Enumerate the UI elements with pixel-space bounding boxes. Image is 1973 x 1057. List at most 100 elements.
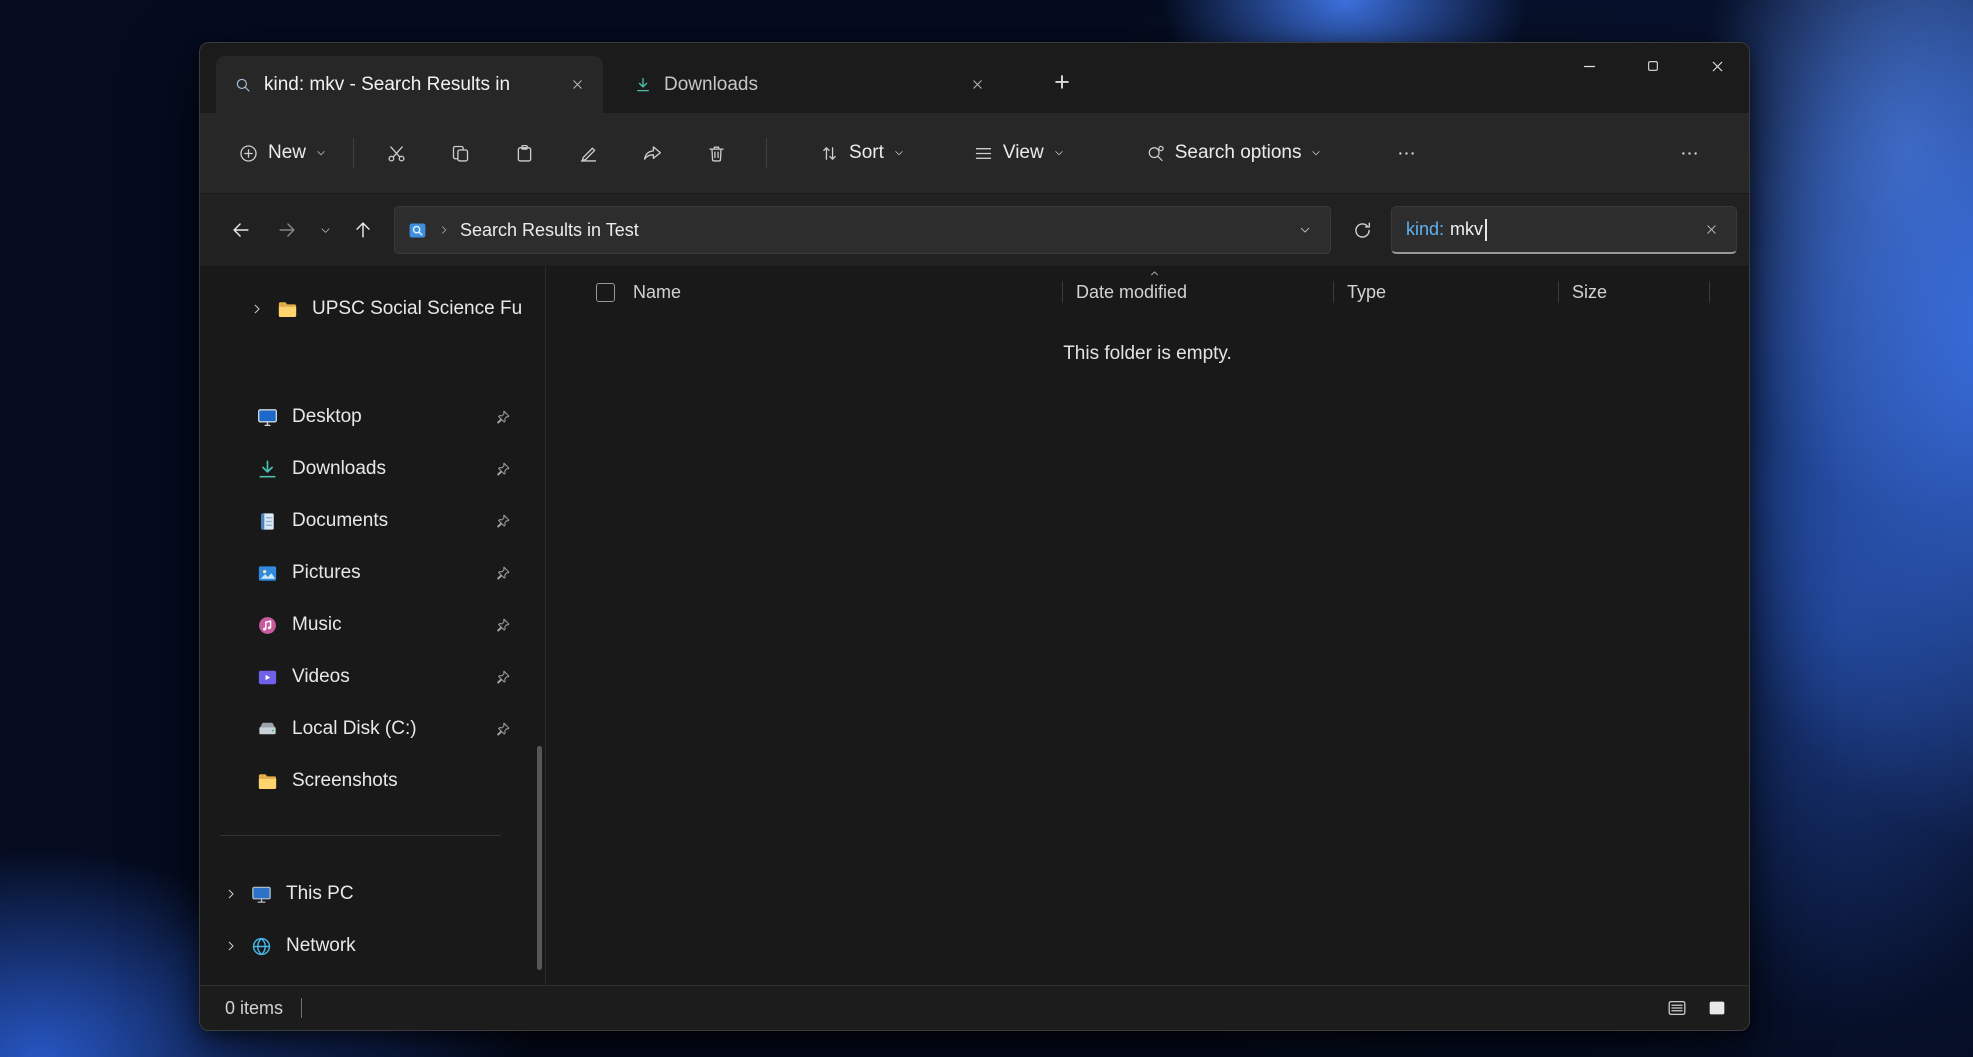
sidebar-item-music[interactable]: Music <box>200 599 545 651</box>
search-icon <box>234 76 252 94</box>
column-header-type[interactable]: Type <box>1333 267 1558 317</box>
tab-downloads[interactable]: Downloads <box>616 56 1003 113</box>
delete-icon <box>706 143 727 164</box>
details-view-button[interactable] <box>1659 992 1695 1024</box>
tab-title: kind: mkv - Search Results in <box>264 74 551 96</box>
column-label: Type <box>1347 282 1386 303</box>
more-options-button[interactable] <box>1378 132 1434 174</box>
refresh-icon <box>1352 220 1373 241</box>
share-icon <box>642 143 663 164</box>
breadcrumb-chevron-icon <box>438 224 450 236</box>
new-icon <box>238 143 259 164</box>
sort-icon <box>819 143 840 164</box>
select-all-checkbox[interactable] <box>596 283 615 302</box>
address-dropdown-button[interactable] <box>1288 213 1322 247</box>
search-options-button[interactable]: Search options <box>1133 133 1335 173</box>
sort-button[interactable]: Sort <box>807 133 917 173</box>
search-token: kind: <box>1406 219 1444 240</box>
details-view-icon <box>1666 997 1688 1019</box>
navigation-pane: UPSC Social Science Fu Desktop Downloads… <box>200 267 546 985</box>
share-button[interactable] <box>624 132 680 174</box>
chevron-down-icon <box>315 147 327 159</box>
search-input[interactable]: kind: mkv <box>1391 206 1737 254</box>
close-button[interactable] <box>1685 43 1749 89</box>
column-header-end <box>1709 267 1749 317</box>
refresh-button[interactable] <box>1339 208 1385 252</box>
sidebar-item-label: Screenshots <box>292 770 533 792</box>
pin-icon <box>494 669 511 686</box>
sidebar-item-upsc-folder[interactable]: UPSC Social Science Fu <box>200 283 545 335</box>
chevron-down-icon <box>319 224 332 237</box>
sidebar-item-downloads[interactable]: Downloads <box>200 443 545 495</box>
tab-close-icon[interactable] <box>563 71 591 99</box>
copy-button[interactable] <box>432 132 488 174</box>
new-button[interactable]: New <box>226 133 339 173</box>
column-header-name[interactable]: Name <box>546 267 1062 317</box>
sidebar-scrollbar[interactable] <box>537 746 542 970</box>
recent-locations-button[interactable] <box>310 208 340 252</box>
sidebar-item-documents[interactable]: Documents <box>200 495 545 547</box>
sidebar-item-label: Pictures <box>292 562 494 584</box>
sidebar-item-screenshots[interactable]: Screenshots <box>200 755 545 807</box>
column-label: Name <box>633 282 681 303</box>
rename-button[interactable] <box>560 132 616 174</box>
column-header-size[interactable]: Size <box>1558 267 1709 317</box>
command-bar: New S <box>200 113 1749 194</box>
pin-icon <box>494 565 511 582</box>
up-icon <box>352 219 374 241</box>
up-button[interactable] <box>340 208 386 252</box>
sidebar-item-network[interactable]: Network <box>200 920 545 972</box>
thumbnail-view-button[interactable] <box>1699 992 1735 1024</box>
search-options-icon <box>1145 143 1166 164</box>
download-icon <box>634 76 652 94</box>
forward-button[interactable] <box>264 208 310 252</box>
tab-title: Downloads <box>664 74 951 96</box>
network-icon <box>250 935 273 958</box>
sidebar-gap <box>200 335 545 391</box>
column-label: Size <box>1572 282 1607 303</box>
sidebar-item-label: Downloads <box>292 458 494 480</box>
chevron-right-icon <box>250 302 264 316</box>
sidebar-item-videos[interactable]: Videos <box>200 651 545 703</box>
chevron-down-icon <box>893 147 905 159</box>
clear-search-button[interactable] <box>1696 215 1726 245</box>
sidebar-item-label: Videos <box>292 666 494 688</box>
more-icon <box>1679 143 1700 164</box>
text-cursor <box>1485 219 1487 241</box>
paste-icon <box>514 143 535 164</box>
view-button[interactable]: View <box>961 133 1077 173</box>
maximize-button[interactable] <box>1621 43 1685 89</box>
breadcrumb-location[interactable]: Search Results in Test <box>460 220 639 241</box>
drive-icon <box>256 718 279 741</box>
tab-search-results[interactable]: kind: mkv - Search Results in <box>216 56 603 113</box>
sidebar-item-label: Local Disk (C:) <box>292 718 494 740</box>
chevron-right-icon <box>224 939 238 953</box>
status-divider <box>301 998 302 1018</box>
music-icon <box>256 614 279 637</box>
minimize-icon <box>1581 58 1598 75</box>
address-bar-row: Search Results in Test kind: mkv <box>200 194 1749 267</box>
sidebar-item-local-disk-c[interactable]: Local Disk (C:) <box>200 703 545 755</box>
pin-icon <box>494 617 511 634</box>
thumbnail-view-icon <box>1706 997 1728 1019</box>
sidebar-item-label: UPSC Social Science Fu <box>312 298 533 320</box>
sidebar-item-pictures[interactable]: Pictures <box>200 547 545 599</box>
address-bar[interactable]: Search Results in Test <box>394 206 1331 254</box>
column-header-date-modified[interactable]: Date modified <box>1062 267 1333 317</box>
chevron-right-icon <box>224 887 238 901</box>
new-tab-button[interactable]: + <box>1042 62 1082 102</box>
paste-button[interactable] <box>496 132 552 174</box>
back-button[interactable] <box>218 208 264 252</box>
chevron-down-icon <box>1298 223 1312 237</box>
cut-button[interactable] <box>368 132 424 174</box>
see-more-button[interactable] <box>1661 132 1717 174</box>
view-icon <box>973 143 994 164</box>
downloads-icon <box>256 458 279 481</box>
delete-button[interactable] <box>688 132 744 174</box>
back-icon <box>230 219 252 241</box>
copy-icon <box>450 143 471 164</box>
tab-close-icon[interactable] <box>963 71 991 99</box>
sidebar-item-this-pc[interactable]: This PC <box>200 868 545 920</box>
minimize-button[interactable] <box>1557 43 1621 89</box>
sidebar-item-desktop[interactable]: Desktop <box>200 391 545 443</box>
